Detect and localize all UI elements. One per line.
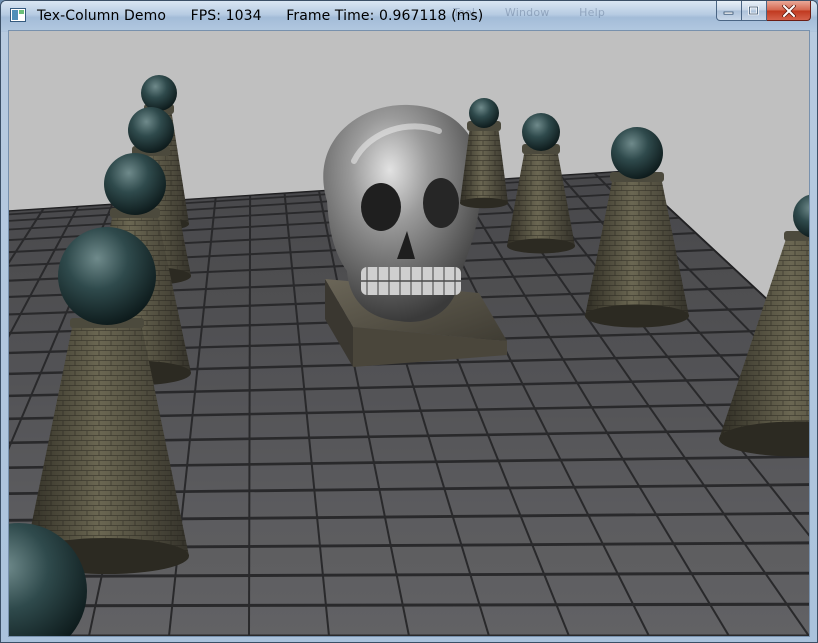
render-viewport[interactable] — [9, 31, 809, 636]
window-title: Tex-Column Demo FPS: 1034 Frame Time: 0.… — [37, 8, 503, 24]
maximize-icon — [748, 5, 759, 15]
close-button[interactable] — [767, 1, 811, 21]
ghost-menu-window: Window — [504, 6, 550, 19]
minimize-icon — [723, 11, 734, 15]
app-window-icon[interactable] — [10, 8, 26, 22]
fps-readout: FPS: 1034 — [190, 8, 262, 24]
close-icon — [781, 4, 796, 17]
frame-time-readout: Frame Time: 0.967118 (ms) — [286, 8, 484, 24]
window-title-name: Tex-Column Demo — [37, 8, 167, 24]
app-window: Tool Window Help Tex-Column Demo FPS: 10… — [0, 0, 818, 643]
minimize-button[interactable] — [716, 1, 742, 21]
maximize-button[interactable] — [742, 1, 767, 21]
scene-canvas — [9, 75, 809, 636]
caption-buttons — [716, 1, 811, 22]
title-bar[interactable]: Tool Window Help Tex-Column Demo FPS: 10… — [1, 1, 817, 31]
ghost-menu-help: Help — [579, 6, 606, 19]
